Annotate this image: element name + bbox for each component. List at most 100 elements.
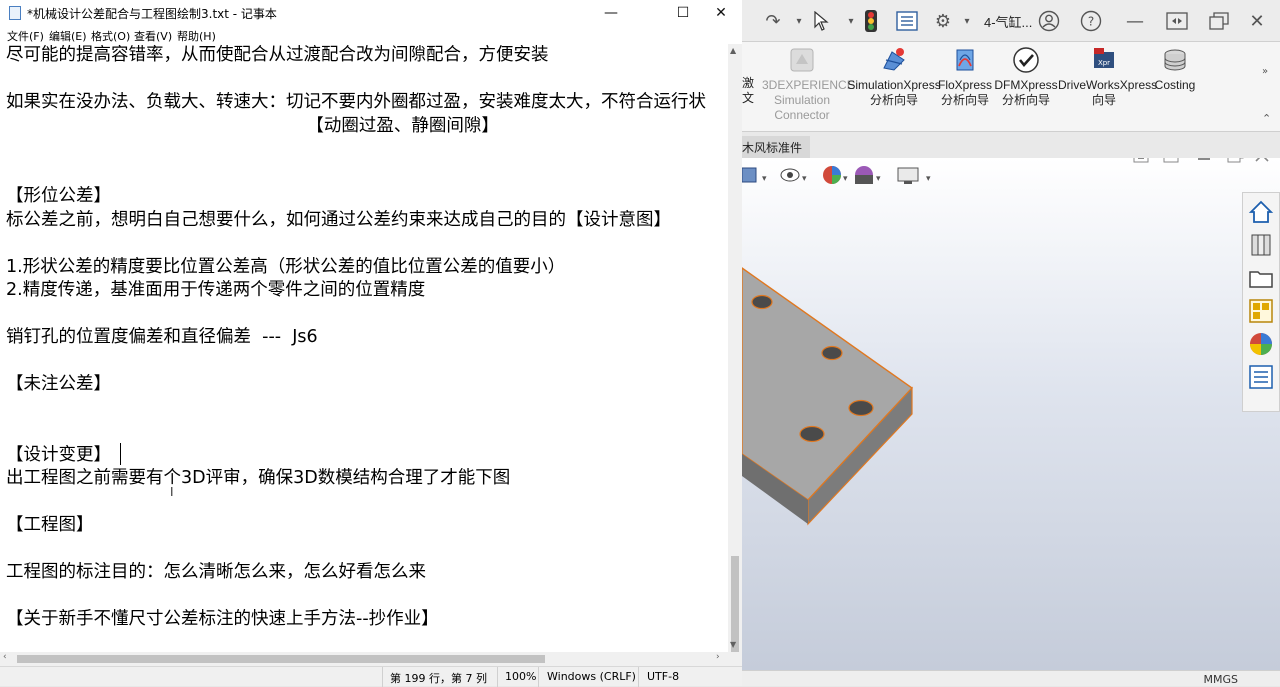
- checkmark-icon: [1012, 46, 1040, 74]
- help-icon[interactable]: ?: [1078, 8, 1104, 34]
- ribbon-partial-label-2: 文: [742, 91, 755, 105]
- horizontal-scrollbar[interactable]: ‹ ›: [0, 652, 728, 666]
- menu-view[interactable]: 查看(V): [134, 28, 172, 44]
- ribbon-label: 3DEXPERIENCE: [762, 78, 855, 92]
- ibeam-cursor-icon: I: [170, 485, 174, 499]
- ribbon-label: Costing: [1154, 78, 1196, 92]
- ribbon-partial-label: 激: [742, 76, 755, 90]
- simulationxpress-icon: [880, 46, 908, 74]
- feature-tabs: 木风标准件: [742, 132, 1280, 158]
- units-indicator[interactable]: MMGS: [1204, 673, 1239, 686]
- restore-window-icon[interactable]: [1206, 8, 1232, 34]
- minimize-icon[interactable]: —: [1122, 8, 1148, 34]
- status-divider: [638, 667, 639, 687]
- floxpress-button[interactable]: FloXpress 分析向导: [938, 46, 992, 108]
- graphics-viewport[interactable]: ▾ ▾ ▾ ▾ ▾: [742, 158, 1280, 670]
- text-line: 2.精度传递，基准面用于传递两个零件之间的位置精度: [6, 280, 426, 300]
- solidworks-statusbar: MMGS: [742, 670, 1280, 686]
- scroll-down-icon[interactable]: ▼: [730, 640, 736, 649]
- ribbon-label-2: 分析向导: [940, 93, 989, 107]
- status-divider: [497, 667, 498, 687]
- hole: [799, 425, 825, 443]
- scrollbar-corner: [728, 652, 742, 666]
- file-properties-icon[interactable]: [894, 8, 920, 34]
- driveworks-icon: Xpr: [1090, 46, 1118, 74]
- floxpress-icon: [951, 46, 979, 74]
- 3dexperience-icon: [788, 46, 816, 74]
- restore-panel-icon[interactable]: [1164, 8, 1190, 34]
- ribbon-label: SimulationXpress: [847, 78, 941, 92]
- text-line: 【设计变更】: [6, 444, 111, 465]
- text-encoding: UTF-8: [647, 670, 680, 683]
- menu-bar: 文件(F) 编辑(E) 格式(O) 查看(V) 帮助(H): [0, 26, 742, 44]
- notepad-app-icon: [9, 6, 21, 20]
- custom-properties-icon[interactable]: [1247, 363, 1275, 391]
- text-caret: [120, 443, 121, 465]
- text-line: 【工程图】: [6, 515, 94, 535]
- scroll-up-icon[interactable]: ▲: [730, 46, 736, 55]
- cursor-position: 第 199 行，第 7 列: [390, 672, 487, 685]
- document-title: 4-气缸...: [984, 15, 1033, 30]
- rebuild-traffic-light-icon[interactable]: [858, 8, 884, 34]
- hole: [821, 345, 843, 361]
- appearances-icon[interactable]: [1247, 330, 1275, 358]
- part-model: [742, 267, 914, 526]
- gear-icon[interactable]: ⚙: [930, 8, 956, 34]
- home-icon[interactable]: [1247, 198, 1275, 226]
- ribbon-more-icon[interactable]: »: [1262, 66, 1268, 77]
- ribbon-collapse-icon[interactable]: ⌃: [1262, 112, 1271, 125]
- zoom-level: 100%: [505, 670, 537, 683]
- status-divider: [538, 667, 539, 687]
- view-palette-icon[interactable]: [1247, 297, 1275, 325]
- simulationxpress-button[interactable]: SimulationXpress 分析向导: [846, 46, 942, 108]
- design-library-icon[interactable]: [1247, 231, 1275, 259]
- minimize-button[interactable]: —: [594, 0, 628, 26]
- close-button[interactable]: ✕: [704, 0, 738, 26]
- hole: [848, 399, 874, 417]
- text-line: 【形位公差】: [6, 186, 111, 206]
- dfmxpress-button[interactable]: DFMXpress 分析向导: [994, 46, 1058, 108]
- user-account-icon[interactable]: [1036, 8, 1062, 34]
- 3dexperience-connector-button[interactable]: 3DEXPERIENCE Simulation Connector: [762, 46, 855, 123]
- horizontal-scroll-thumb[interactable]: [17, 655, 545, 663]
- notepad-statusbar: 第 199 行，第 7 列 100% Windows (CRLF) UTF-8: [0, 666, 742, 687]
- window-title: *机械设计公差配合与工程图绘制3.txt - 记事本: [27, 7, 277, 21]
- svg-text:Xpr: Xpr: [1098, 59, 1110, 67]
- scroll-right-icon[interactable]: ›: [716, 652, 720, 662]
- ribbon-label: DFMXpress: [994, 78, 1058, 92]
- costing-button[interactable]: Costing: [1152, 46, 1198, 93]
- chevron-down-icon[interactable]: ▾: [954, 8, 980, 34]
- tab-standard-parts[interactable]: 木风标准件: [742, 136, 811, 158]
- maximize-button[interactable]: ☐: [666, 0, 700, 26]
- text-editor-area[interactable]: 尽可能的提高容错率，从而使配合从过渡配合改为间隙配合，方便安装 如果实在没办法、…: [6, 43, 728, 653]
- redo-icon[interactable]: ↷: [760, 8, 786, 34]
- ribbon-label-2: 向导: [1091, 93, 1116, 107]
- ribbon-label: FloXpress: [938, 78, 993, 92]
- task-pane: [1242, 192, 1280, 412]
- text-line: 销钉孔的位置度偏差和直径偏差 --- Js6: [6, 327, 318, 347]
- svg-text:?: ?: [1088, 15, 1094, 29]
- text-line: 工程图的标注目的：怎么清晰怎么来，怎么好看怎么来: [6, 562, 426, 582]
- text-line: 1.形状公差的精度要比位置公差高（形状公差的值比位置公差的值要小）: [6, 256, 566, 277]
- vertical-scrollbar[interactable]: ▲ ▼: [728, 44, 742, 668]
- text-line: 【动圈过盈、静圈间隙】: [6, 115, 499, 136]
- hole: [751, 294, 773, 310]
- text-line: 【关于新手不懂尺寸公差标注的快速上手方法--抄作业】: [6, 609, 439, 629]
- menu-help[interactable]: 帮助(H): [177, 28, 216, 44]
- ribbon-label-2: Simulation: [773, 93, 831, 107]
- select-cursor-icon[interactable]: [808, 8, 834, 34]
- ribbon-partial-button[interactable]: 激 文: [742, 46, 756, 106]
- scroll-left-icon[interactable]: ‹: [3, 652, 7, 662]
- menu-format[interactable]: 格式(O): [91, 28, 130, 44]
- close-icon[interactable]: ✕: [1244, 8, 1270, 34]
- text-line: 尽可能的提高容错率，从而使配合从过渡配合改为间隙配合，方便安装: [6, 45, 549, 65]
- costing-coins-icon: [1161, 46, 1189, 74]
- line-ending: Windows (CRLF): [547, 670, 636, 683]
- driveworksxpress-button[interactable]: Xpr DriveWorksXpress 向导: [1058, 46, 1157, 108]
- text-line: 如果实在没办法、负载大、转速大：切记不要内外圈都过盈，安装难度太大，不符合运行状: [6, 92, 706, 112]
- text-line: 标公差之前，想明白自己想要什么，如何通过公差约束来达成自己的目的【设计意图】: [6, 209, 671, 230]
- file-explorer-icon[interactable]: [1247, 264, 1275, 292]
- menu-edit[interactable]: 编辑(E): [49, 28, 87, 44]
- menu-file[interactable]: 文件(F): [7, 28, 44, 44]
- status-divider: [382, 667, 383, 687]
